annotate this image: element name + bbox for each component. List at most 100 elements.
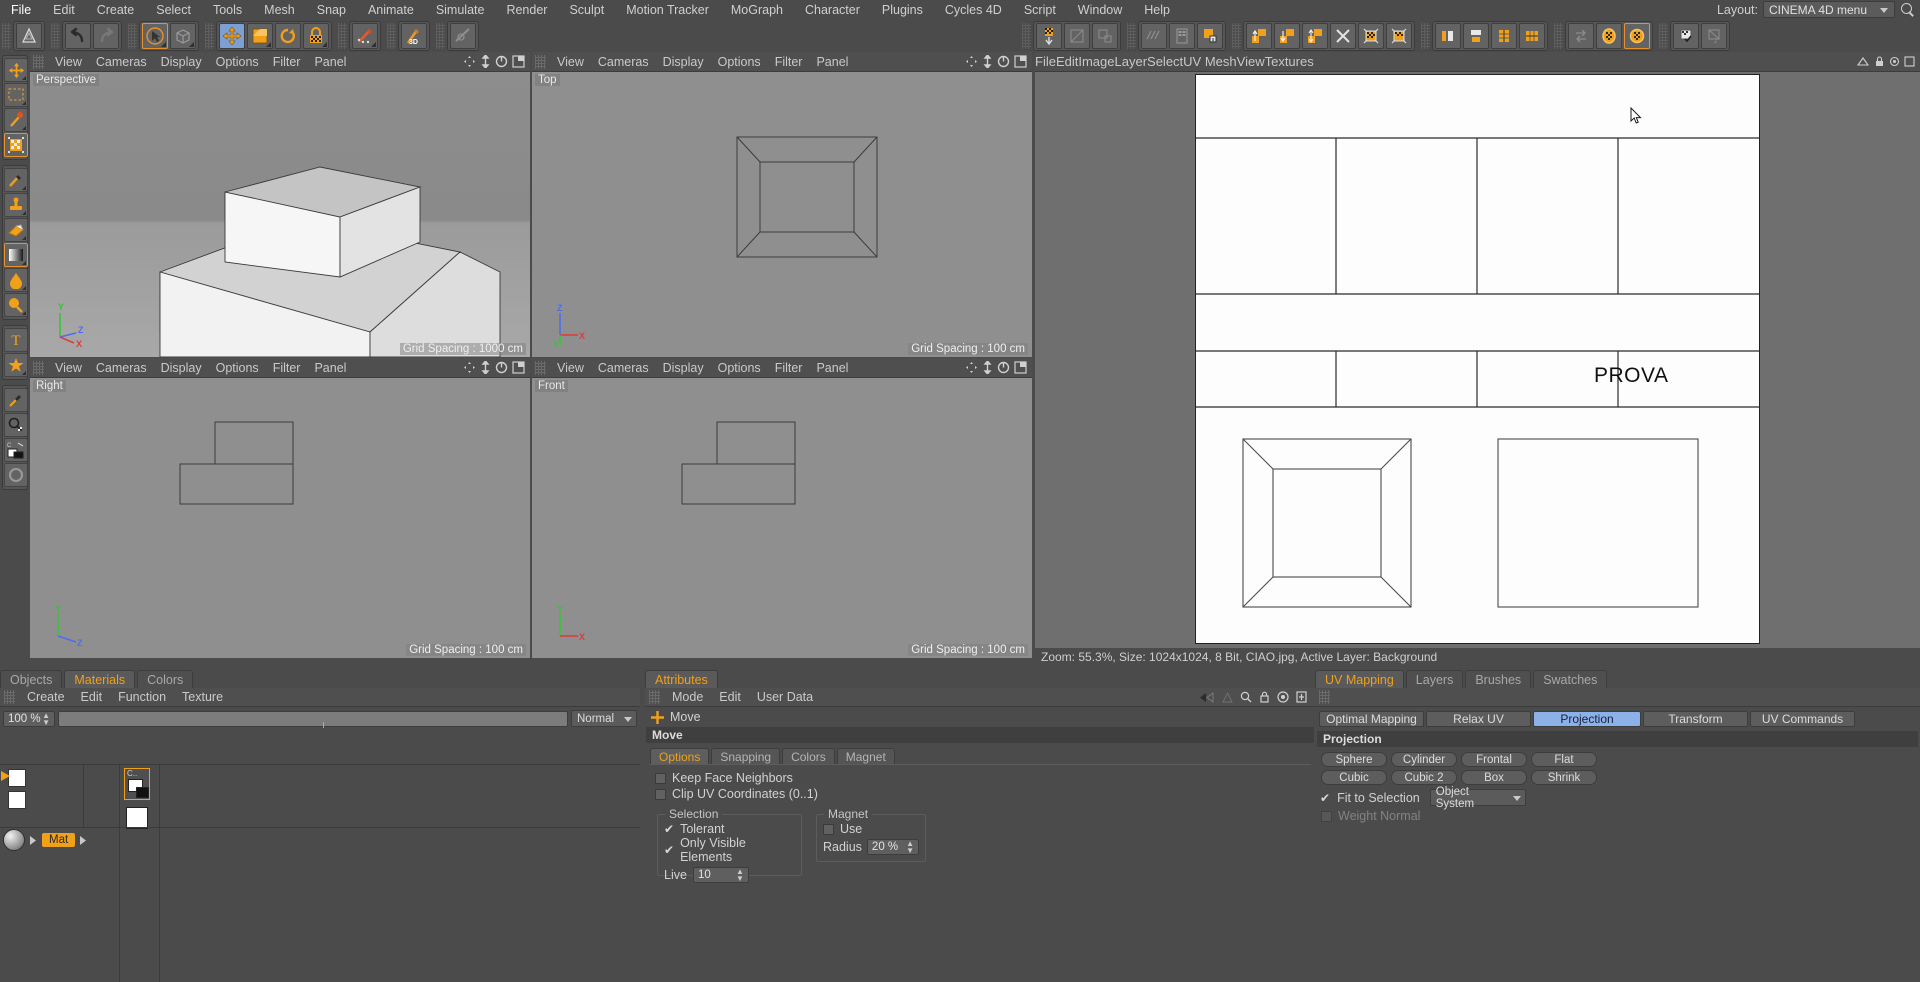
checkbox-box[interactable] — [655, 772, 666, 784]
mirror-icon[interactable] — [1064, 23, 1090, 49]
check-icon[interactable]: ✔ — [1320, 791, 1330, 805]
swap-icon[interactable] — [1568, 23, 1594, 49]
stepper-icon[interactable]: ▲ ▼ — [736, 868, 744, 883]
gradient-icon[interactable] — [4, 243, 28, 267]
uv-circle-icon[interactable] — [1596, 23, 1622, 49]
projection-button-sphere[interactable]: Sphere — [1321, 752, 1387, 767]
uv-menu-uv-mesh[interactable]: UV Mesh — [1183, 54, 1236, 69]
viewport-menu-display[interactable]: Display — [656, 55, 711, 69]
viewport-menu-filter[interactable]: Filter — [768, 55, 810, 69]
maximize-icon[interactable] — [1014, 55, 1027, 68]
rotate-icon[interactable] — [495, 361, 508, 374]
align-icon[interactable] — [1036, 23, 1062, 49]
projection-button-frontal[interactable]: Frontal — [1461, 752, 1527, 767]
move-both-icon[interactable] — [1302, 23, 1328, 49]
material-sphere-preview[interactable] — [3, 829, 25, 851]
toolbar-grip-r4[interactable] — [1421, 23, 1430, 49]
zoom-checker-icon[interactable] — [4, 413, 28, 437]
align-left-icon[interactable] — [1435, 23, 1461, 49]
zoom-icon[interactable] — [480, 361, 491, 374]
grid-icon[interactable] — [1141, 23, 1167, 49]
materials-menu-function[interactable]: Function — [110, 690, 174, 704]
uv-menu-layer[interactable]: Layer — [1115, 54, 1148, 69]
undo-icon[interactable] — [65, 23, 91, 49]
viewport-top-canvas[interactable]: Top Z X Y Grid Spacing : 100 cm — [532, 72, 1032, 357]
toolbar-grip-r1[interactable] — [1022, 23, 1031, 49]
menu-item-snap[interactable]: Snap — [306, 0, 357, 20]
toolbar-grip-2[interactable] — [51, 23, 60, 49]
viewport-grip[interactable] — [33, 360, 44, 375]
toolbar-grip-5[interactable] — [338, 23, 347, 49]
mode-button-optimal-mapping[interactable]: Optimal Mapping — [1319, 711, 1424, 727]
checkbox-keep-face-neighbors[interactable]: Keep Face Neighbors — [649, 770, 1311, 786]
circle-icon[interactable] — [4, 463, 28, 487]
menu-item-plugins[interactable]: Plugins — [871, 0, 934, 20]
viewport-menu-display[interactable]: Display — [154, 55, 209, 69]
mesh-box-icon[interactable] — [1358, 23, 1384, 49]
viewport-right-canvas[interactable]: Right Y Z Grid Spacing : 100 cm — [30, 378, 530, 658]
lock-icon[interactable] — [1874, 56, 1885, 67]
pin-icon[interactable] — [1296, 691, 1307, 703]
tab-swatches[interactable]: Swatches — [1533, 670, 1608, 688]
viewport-menu-options[interactable]: Options — [209, 361, 266, 375]
uv-menu-edit[interactable]: Edit — [1056, 54, 1078, 69]
tab-layers[interactable]: Layers — [1405, 670, 1464, 688]
projection-button-flat[interactable]: Flat — [1531, 752, 1597, 767]
move-up-icon[interactable] — [1246, 23, 1272, 49]
mode-button-relax-uv[interactable]: Relax UV — [1426, 711, 1531, 727]
materials-panel-grip[interactable] — [4, 690, 15, 704]
tab-objects[interactable]: Objects — [0, 670, 63, 688]
viewport-grip[interactable] — [33, 54, 44, 69]
attributes-panel-grip[interactable] — [649, 690, 660, 704]
uv-polygon-icon[interactable]: x — [1197, 23, 1223, 49]
materials-empty-area[interactable] — [159, 765, 640, 982]
mesh-box2-icon[interactable] — [1386, 23, 1412, 49]
menu-item-cycles4d[interactable]: Cycles 4D — [934, 0, 1013, 20]
target-icon[interactable] — [1277, 691, 1289, 703]
color-swatch-icon[interactable]: C — [4, 438, 28, 462]
select-live-icon[interactable] — [142, 23, 168, 49]
tab-brushes[interactable]: Brushes — [1465, 670, 1532, 688]
attr-tab-snapping[interactable]: Snapping — [711, 748, 781, 764]
attr-tab-colors[interactable]: Colors — [782, 748, 835, 764]
texture-slot-2[interactable] — [126, 807, 148, 829]
flag-z-icon[interactable]: z — [1701, 23, 1727, 49]
zoom-icon[interactable] — [480, 55, 491, 68]
uv-texture-canvas[interactable]: PROVA — [1195, 74, 1760, 644]
projection-button-cylinder[interactable]: Cylinder — [1391, 752, 1457, 767]
texture-color-black[interactable] — [136, 787, 149, 798]
material-item-row[interactable]: Mat — [0, 827, 88, 853]
checkbox-box[interactable] — [1321, 810, 1332, 822]
attr-tab-magnet[interactable]: Magnet — [836, 748, 895, 764]
menu-item-render[interactable]: Render — [495, 0, 558, 20]
toolbar-grip-4[interactable] — [205, 23, 214, 49]
attributes-menu-user-data[interactable]: User Data — [749, 690, 821, 704]
radius-input[interactable]: 20 % ▲ ▼ — [866, 839, 919, 855]
toolbar-grip-r5[interactable] — [1554, 23, 1563, 49]
attributes-breadcrumb-label[interactable]: Move — [670, 710, 701, 724]
material-expand-icon[interactable] — [29, 835, 38, 846]
attributes-menu-mode[interactable]: Mode — [664, 690, 711, 704]
move-tool-icon[interactable] — [4, 58, 28, 82]
texture-icon[interactable] — [1169, 23, 1195, 49]
search-icon[interactable] — [1900, 2, 1916, 18]
align-top-icon[interactable] — [1463, 23, 1489, 49]
menu-item-mograph[interactable]: MoGraph — [720, 0, 794, 20]
redo-icon[interactable] — [93, 23, 119, 49]
distribute-v-icon[interactable] — [1491, 23, 1517, 49]
viewport-menu-panel[interactable]: Panel — [809, 55, 855, 69]
viewport-menu-display[interactable]: Display — [656, 361, 711, 375]
viewport-perspective-canvas[interactable]: Perspective Y Z X Grid Spacing : 1000 cm — [30, 72, 530, 357]
viewport-menu-view[interactable]: View — [48, 361, 89, 375]
text-icon[interactable]: T — [4, 328, 28, 352]
uv-mapping-panel-grip[interactable] — [1319, 690, 1330, 704]
viewport-front-canvas[interactable]: Front Y X Grid Spacing : 100 cm — [532, 378, 1032, 658]
layout-dropdown[interactable]: CINEMA 4D menu — [1763, 1, 1895, 18]
tab-colors[interactable]: Colors — [137, 670, 194, 688]
uv-menu-select[interactable]: Select — [1147, 54, 1183, 69]
pan-icon[interactable] — [965, 55, 978, 68]
pan-icon[interactable] — [965, 361, 978, 374]
tab-uv-mapping[interactable]: UV Mapping — [1315, 670, 1404, 688]
object-system-dropdown[interactable]: Object System — [1429, 786, 1526, 810]
logo-icon[interactable] — [16, 23, 42, 49]
